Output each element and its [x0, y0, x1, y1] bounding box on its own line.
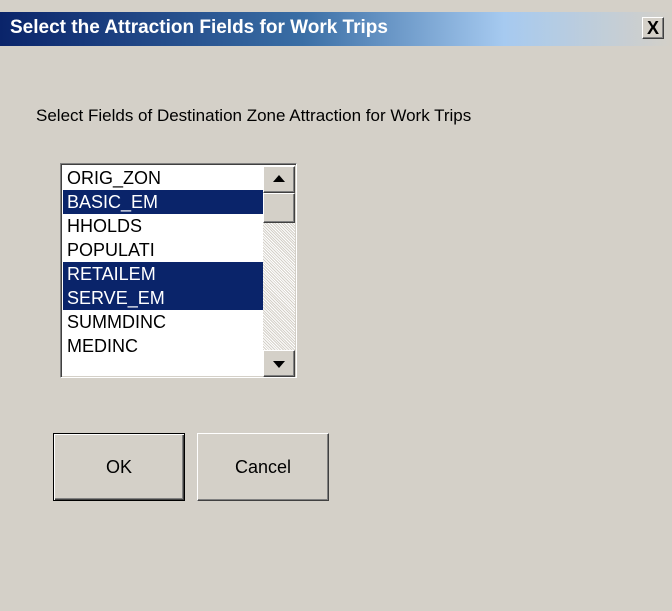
prompt-label: Select Fields of Destination Zone Attrac…: [36, 106, 472, 125]
close-icon: X: [646, 18, 659, 38]
list-item[interactable]: BASIC_EM: [63, 190, 263, 214]
arrow-down-icon: [273, 361, 285, 368]
vertical-scrollbar[interactable]: [263, 166, 295, 377]
title-bar[interactable]: Select the Attraction Fields for Work Tr…: [0, 12, 672, 46]
list-item[interactable]: HHOLDS: [63, 214, 263, 238]
close-button[interactable]: X: [642, 17, 664, 39]
fields-listbox[interactable]: ORIG_ZON BASIC_EM HHOLDS POPULATI RETAIL…: [60, 163, 297, 378]
list-item[interactable]: POPULATI: [63, 238, 263, 262]
list-items: ORIG_ZON BASIC_EM HHOLDS POPULATI RETAIL…: [63, 166, 263, 377]
ok-button[interactable]: OK: [53, 433, 185, 501]
list-item[interactable]: SERVE_EM: [63, 286, 263, 310]
list-item[interactable]: MEDINC: [63, 334, 263, 358]
list-item[interactable]: RETAILEM: [63, 262, 263, 286]
list-item[interactable]: SUMMDINC: [63, 310, 263, 334]
arrow-up-icon: [273, 175, 285, 182]
cancel-button[interactable]: Cancel: [197, 433, 329, 501]
scroll-thumb[interactable]: [263, 193, 295, 223]
scroll-down-button[interactable]: [263, 350, 295, 377]
window-title: Select the Attraction Fields for Work Tr…: [10, 17, 388, 38]
list-item[interactable]: ORIG_ZON: [63, 166, 263, 190]
scroll-up-button[interactable]: [263, 166, 295, 193]
